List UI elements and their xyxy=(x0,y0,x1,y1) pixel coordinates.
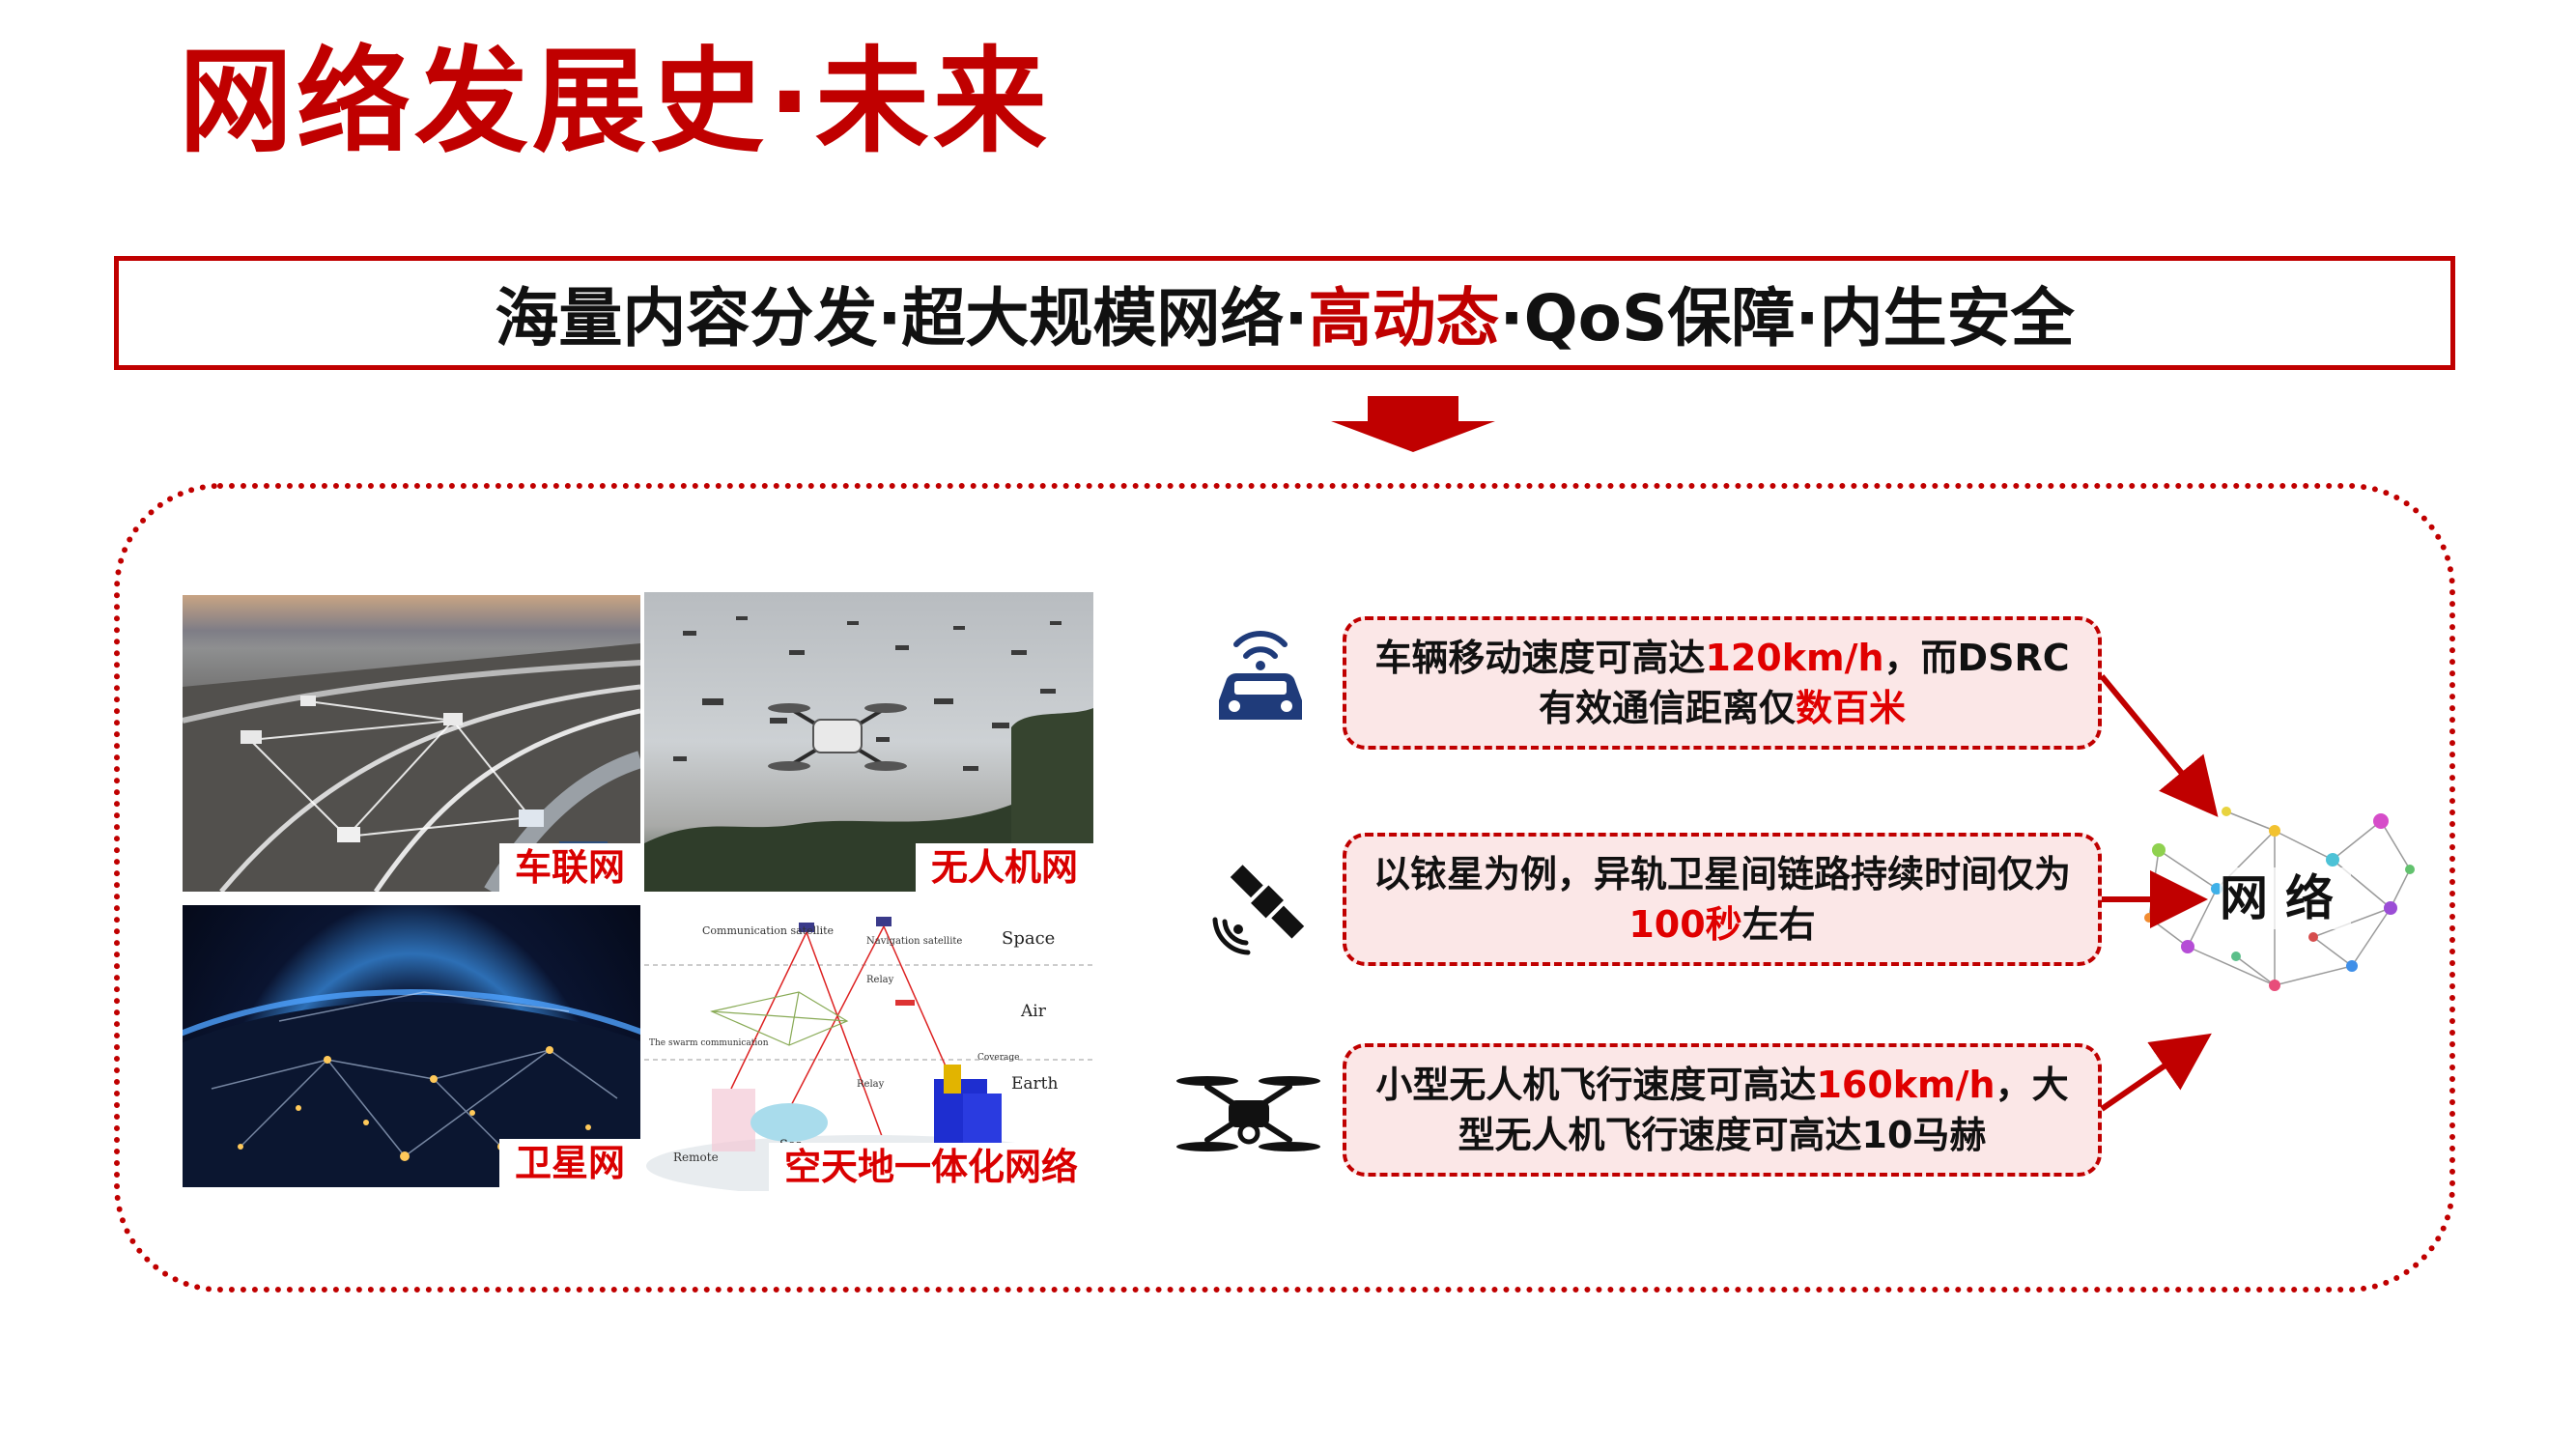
sagin-label-air: Air xyxy=(1020,1002,1047,1021)
vehicle-network-caption: 车联网 xyxy=(498,843,640,892)
sagin-label-swarm: The swarm communication xyxy=(649,1038,769,1048)
satellite-link-text: 以铱星为例，异轨卫星间链路持续时间仅为 100秒左右 xyxy=(1364,849,2081,950)
box1-highlight-speed: 120km/h xyxy=(1705,637,1884,679)
uav-network-image: 无人机网 xyxy=(644,592,1093,892)
connected-car-icon xyxy=(1219,631,1302,720)
sagin-label-relay-2: Relay xyxy=(857,1079,885,1090)
sagin-diagram-image: Communication satellite Navigation satel… xyxy=(644,905,1093,1191)
vehicle-speed-text: 车辆移动速度可高达120km/h，而DSRC有效通信距离仅数百米 xyxy=(1364,633,2081,733)
box2-text-part1: 以铱星为例，异轨卫星间链路持续时间仅为 xyxy=(1373,853,2071,895)
box1-highlight-distance: 数百米 xyxy=(1796,687,1907,729)
feature-banner: 海量内容分发·超大规模网络· 高动态 ·QoS保障·内生安全 xyxy=(114,256,2455,370)
sagin-label-navigation: Navigation satellite xyxy=(866,936,962,947)
down-arrow-icon xyxy=(1331,396,1495,452)
banner-text-part2: ·QoS保障·内生安全 xyxy=(1499,281,2075,355)
page-title: 网络发展史·未来 xyxy=(179,35,1051,168)
vehicle-speed-box: 车辆移动速度可高达120km/h，而DSRC有效通信距离仅数百米 xyxy=(1343,616,2102,750)
sagin-label-coverage: Coverage xyxy=(977,1053,1019,1063)
box2-highlight-duration: 100秒 xyxy=(1628,903,1742,946)
network-label: 网络 xyxy=(2220,867,2351,929)
box3-text-part1: 小型无人机飞行速度可高达 xyxy=(1375,1064,1817,1106)
satellite-signal-icon xyxy=(1212,865,1305,955)
sagin-label-earth: Earth xyxy=(1011,1074,1059,1094)
vehicle-network-image: 车联网 xyxy=(183,595,640,892)
banner-highlight: 高动态 xyxy=(1308,281,1500,355)
drone-icon xyxy=(1176,1076,1320,1151)
sagin-label-relay-1: Relay xyxy=(866,975,894,985)
uav-network-caption: 无人机网 xyxy=(915,843,1093,892)
banner-text-part1: 海量内容分发·超大规模网络· xyxy=(495,281,1309,355)
uav-speed-text: 小型无人机飞行速度可高达160km/h，大型无人机飞行速度可高达10马赫 xyxy=(1364,1060,2081,1160)
satellite-network-image: 卫星网 xyxy=(183,905,640,1187)
satellite-link-box: 以铱星为例，异轨卫星间链路持续时间仅为 100秒左右 xyxy=(1343,833,2102,966)
box2-text-part2: 左右 xyxy=(1741,903,1816,946)
sagin-label-space: Space xyxy=(1002,928,1055,949)
sagin-label-communication: Communication satellite xyxy=(702,924,834,937)
satellite-network-caption: 卫星网 xyxy=(498,1139,640,1187)
box1-text-part1: 车辆移动速度可高达 xyxy=(1374,637,1706,679)
sagin-label-remote: Remote xyxy=(673,1151,719,1164)
box3-highlight-speed: 160km/h xyxy=(1816,1064,1996,1106)
sagin-caption: 空天地一体化网络 xyxy=(768,1143,1093,1191)
uav-speed-box: 小型无人机飞行速度可高达160km/h，大型无人机飞行速度可高达10马赫 xyxy=(1343,1043,2102,1177)
